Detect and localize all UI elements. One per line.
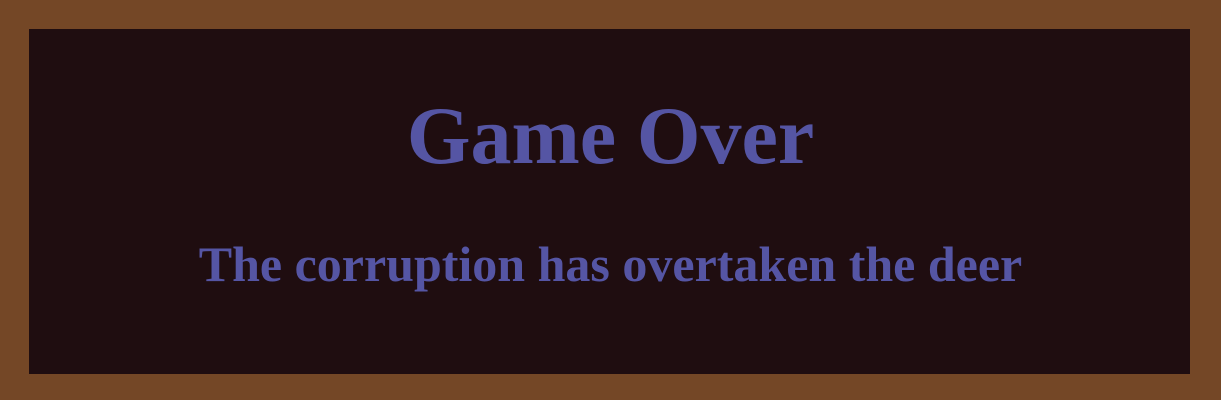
game-over-panel <box>29 29 1190 374</box>
game-over-frame: Game Over The corruption has overtaken t… <box>0 0 1221 400</box>
game-over-message: The corruption has overtaken the deer <box>198 236 1023 292</box>
game-over-title: Game Over <box>406 90 815 181</box>
